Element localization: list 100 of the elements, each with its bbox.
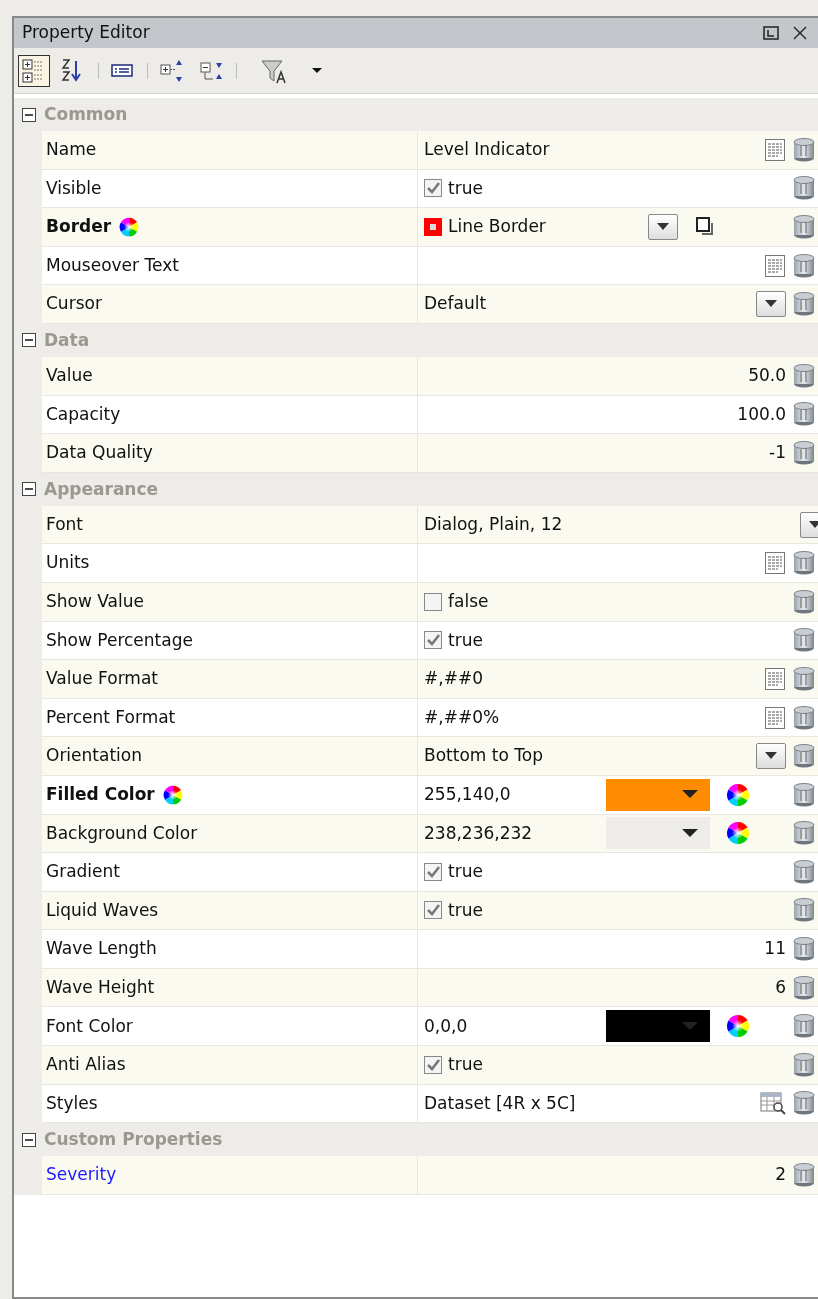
- database-icon[interactable]: [792, 858, 816, 885]
- property-value: Dataset [4R x 5C]: [424, 1091, 577, 1115]
- color-dropdown[interactable]: [606, 778, 710, 811]
- database-icon[interactable]: [792, 820, 816, 847]
- dropdown-button[interactable]: [756, 291, 786, 318]
- property-value: 2: [774, 1163, 786, 1187]
- property-name: Name: [46, 138, 97, 162]
- database-icon[interactable]: [792, 588, 816, 615]
- checkbox[interactable]: [424, 592, 442, 611]
- property-value: Level Indicator: [424, 138, 551, 162]
- property-name: Orientation: [46, 744, 142, 768]
- property-value: Dialog, Plain, 12: [424, 512, 564, 536]
- database-icon[interactable]: [792, 627, 816, 654]
- property-value: 255,140,0: [424, 782, 512, 806]
- database-icon[interactable]: [792, 136, 816, 163]
- database-icon[interactable]: [792, 175, 816, 202]
- database-icon[interactable]: [792, 1162, 816, 1189]
- color-wheel-icon: [118, 216, 140, 238]
- database-icon[interactable]: [792, 1013, 816, 1040]
- text-editor-icon[interactable]: [764, 253, 786, 278]
- property-value: #,##0: [424, 667, 484, 691]
- dropdown-button[interactable]: [648, 214, 678, 240]
- window-title: Property Editor: [22, 21, 150, 45]
- color-wheel-icon[interactable]: [726, 821, 750, 846]
- color-dropdown[interactable]: [606, 817, 710, 850]
- property-value: 50.0: [747, 364, 786, 387]
- checkbox[interactable]: [424, 179, 442, 198]
- database-icon[interactable]: [792, 743, 816, 770]
- property-name: Font: [46, 512, 83, 536]
- database-icon[interactable]: [792, 781, 816, 808]
- property-value: Bottom to Top: [424, 744, 544, 768]
- property-name: Percent Format: [46, 705, 176, 729]
- database-icon[interactable]: [792, 439, 816, 466]
- checkbox[interactable]: [424, 901, 442, 920]
- collapse-icon[interactable]: [22, 107, 36, 122]
- database-icon[interactable]: [792, 665, 816, 692]
- property-name: Data Quality: [46, 441, 153, 465]
- database-icon[interactable]: [792, 401, 816, 428]
- database-icon[interactable]: [792, 252, 816, 279]
- property-name: Show Percentage: [46, 628, 193, 652]
- checkbox[interactable]: [424, 1055, 442, 1074]
- database-icon[interactable]: [792, 704, 816, 731]
- database-icon[interactable]: [792, 1090, 816, 1117]
- property-value: #,##0%: [424, 705, 501, 729]
- collapse-icon[interactable]: [22, 1132, 36, 1147]
- property-name: Background Color: [46, 821, 198, 845]
- caret-icon: [657, 223, 669, 231]
- checkbox[interactable]: [424, 631, 442, 650]
- filter-icon: [260, 57, 286, 84]
- property-value: Line Border: [448, 215, 547, 239]
- checkbox[interactable]: [424, 862, 442, 881]
- property-name: Visible: [46, 176, 102, 200]
- section-title: Appearance: [44, 477, 159, 501]
- dropdown-button[interactable]: [756, 743, 786, 770]
- collapse-icon[interactable]: [22, 333, 36, 348]
- property-name: Font Color: [46, 1014, 133, 1038]
- database-icon[interactable]: [792, 362, 816, 389]
- database-icon[interactable]: [792, 897, 816, 924]
- color-dropdown[interactable]: [606, 1010, 710, 1043]
- table-search-icon[interactable]: [760, 1091, 786, 1116]
- property-name: Value: [46, 364, 93, 387]
- property-name: Wave Height: [46, 975, 155, 999]
- property-value: true: [448, 176, 484, 200]
- property-name: Show Value: [46, 590, 144, 613]
- property-value: 11: [763, 937, 786, 961]
- database-icon[interactable]: [792, 550, 816, 577]
- property-name: Units: [46, 551, 90, 575]
- section-title: Data: [44, 328, 90, 352]
- color-wheel-icon[interactable]: [726, 782, 750, 807]
- color-wheel-icon[interactable]: [726, 1014, 750, 1039]
- database-icon[interactable]: [792, 1051, 816, 1078]
- section-title: Common: [44, 102, 128, 126]
- text-editor-icon[interactable]: [764, 705, 786, 730]
- property-value: true: [448, 628, 484, 652]
- property-name: Filled Color: [46, 782, 155, 806]
- property-name: Wave Length: [46, 937, 157, 961]
- caret-icon: [809, 520, 818, 529]
- float-icon[interactable]: [760, 23, 782, 43]
- property-name: Anti Alias: [46, 1053, 126, 1077]
- database-icon[interactable]: [792, 214, 816, 240]
- property-name: Styles: [46, 1091, 98, 1115]
- categorized-view-button[interactable]: [18, 54, 50, 87]
- caret-icon: [682, 828, 698, 838]
- property-value: Default: [424, 292, 488, 316]
- property-name: Capacity: [46, 402, 121, 426]
- caret-icon: [765, 752, 777, 761]
- database-icon[interactable]: [792, 936, 816, 963]
- text-editor-icon[interactable]: [764, 666, 786, 691]
- text-editor-icon[interactable]: [764, 137, 786, 162]
- property-value: 100.0: [736, 402, 786, 426]
- property-name: Severity: [46, 1163, 117, 1187]
- property-name: Liquid Waves: [46, 898, 159, 922]
- text-editor-icon[interactable]: [764, 551, 786, 576]
- border-swatch-icon: [424, 218, 442, 236]
- property-name: Border: [46, 215, 112, 239]
- database-icon[interactable]: [792, 291, 816, 318]
- property-name: Cursor: [46, 292, 102, 316]
- database-icon[interactable]: [792, 974, 816, 1001]
- caret-icon: [312, 68, 322, 73]
- collapse-icon[interactable]: [22, 482, 36, 497]
